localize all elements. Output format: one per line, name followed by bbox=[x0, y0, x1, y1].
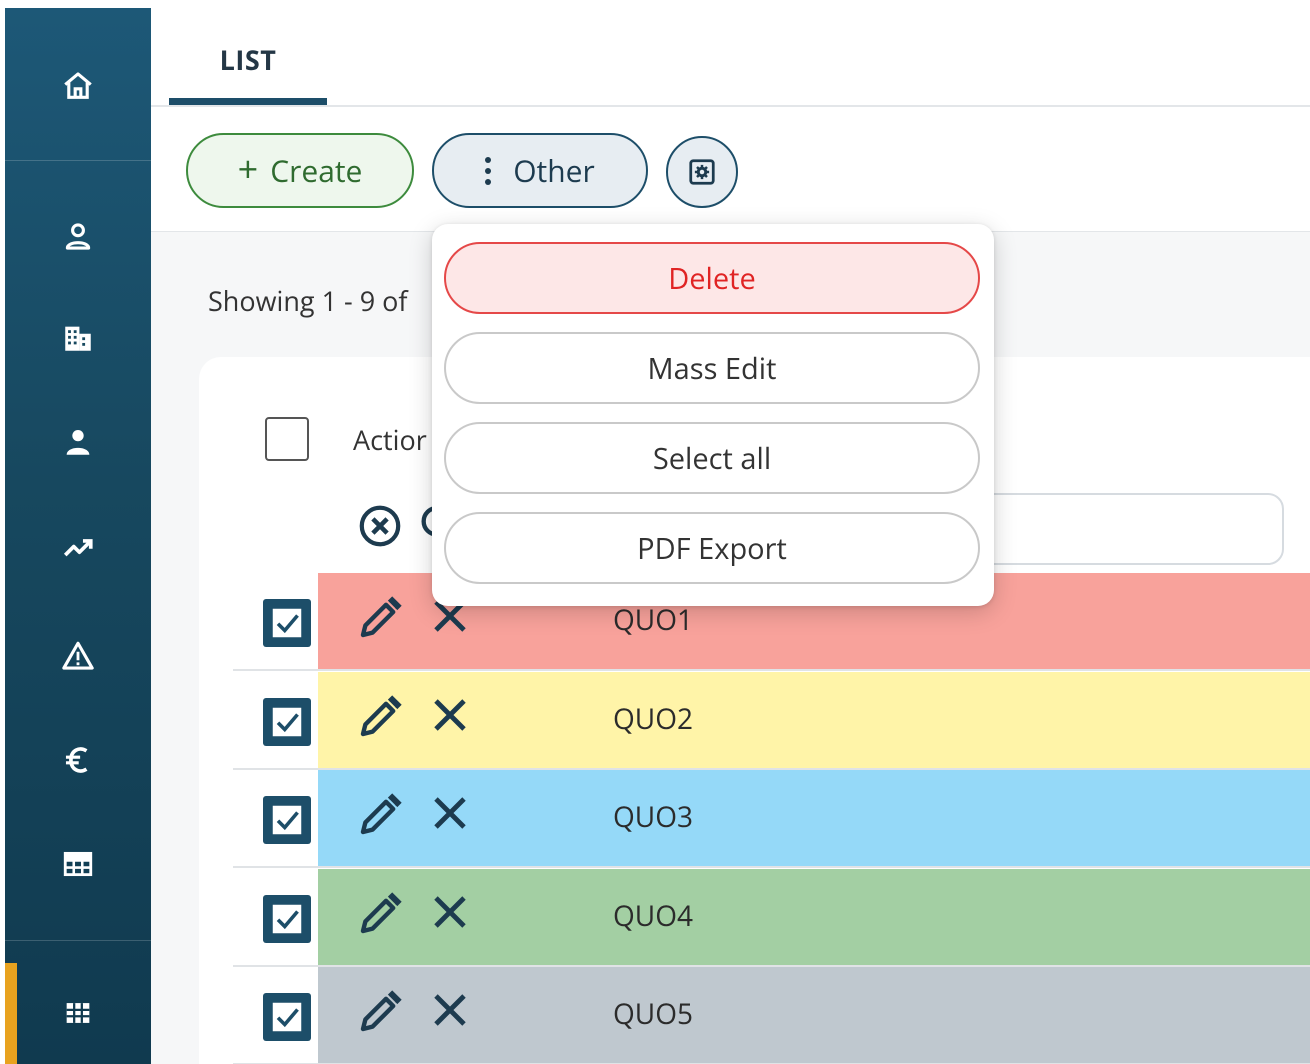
table-row[interactable]: QUO2 bbox=[199, 671, 1310, 770]
home-icon bbox=[64, 72, 92, 99]
sidebar-item-persons[interactable] bbox=[5, 392, 151, 492]
edit-pencil-icon[interactable] bbox=[355, 891, 403, 939]
settings-icon bbox=[689, 159, 715, 185]
row-name: QUO4 bbox=[613, 896, 693, 935]
table-row[interactable]: QUO4 bbox=[199, 868, 1310, 967]
table-row[interactable]: QUO3 bbox=[199, 770, 1310, 868]
select-all-checkbox[interactable] bbox=[265, 417, 309, 461]
euro-icon bbox=[65, 747, 88, 773]
more-vertical-icon bbox=[485, 156, 492, 185]
sidebar-item-contacts[interactable] bbox=[5, 186, 151, 286]
edit-pencil-icon[interactable] bbox=[355, 595, 403, 643]
row-checkbox[interactable] bbox=[263, 796, 311, 844]
delete-x-icon[interactable] bbox=[429, 989, 471, 1031]
pagination-summary: Showing 1 - 9 of bbox=[208, 282, 408, 319]
plus-icon: + bbox=[237, 144, 259, 193]
checkmark-icon bbox=[272, 707, 302, 736]
checkmark-icon bbox=[272, 904, 302, 933]
sidebar-item-companies[interactable] bbox=[5, 288, 151, 388]
grid-icon bbox=[66, 1003, 90, 1023]
row-checkbox[interactable] bbox=[263, 599, 311, 647]
actions-column-header: Actior bbox=[353, 421, 427, 458]
row-name: QUO2 bbox=[613, 699, 693, 738]
row-checkbox[interactable] bbox=[263, 894, 311, 943]
sidebar-item-tables[interactable] bbox=[5, 814, 151, 914]
sidebar-divider bbox=[5, 160, 151, 161]
create-button-label: Create bbox=[270, 150, 363, 191]
sidebar-item-alerts[interactable] bbox=[5, 606, 151, 706]
row-name: QUO3 bbox=[613, 798, 693, 836]
delete-menu-item[interactable]: Delete bbox=[444, 242, 980, 314]
warning-icon bbox=[62, 641, 94, 670]
delete-x-icon[interactable] bbox=[429, 891, 471, 933]
edit-pencil-icon[interactable] bbox=[355, 989, 403, 1037]
sidebar-item-home[interactable] bbox=[5, 36, 151, 136]
row-checkbox[interactable] bbox=[263, 993, 311, 1041]
tab-label: LIST bbox=[219, 40, 277, 78]
row-name: QUO1 bbox=[613, 601, 693, 639]
other-button[interactable]: Other bbox=[432, 133, 648, 208]
active-tab-indicator bbox=[169, 98, 327, 105]
delete-x-icon[interactable] bbox=[429, 694, 471, 736]
top-toolbar: LIST + Create Other bbox=[151, 0, 1310, 232]
sidebar-item-analytics[interactable] bbox=[5, 498, 151, 598]
trending-up-icon bbox=[63, 539, 93, 557]
tab-divider bbox=[151, 105, 1310, 107]
user-outline-icon bbox=[65, 223, 91, 250]
sidebar-item-finance[interactable] bbox=[5, 710, 151, 810]
row-name: QUO5 bbox=[613, 995, 693, 1033]
checkmark-icon bbox=[272, 805, 302, 835]
building-icon bbox=[65, 326, 91, 351]
pdf-export-menu-item[interactable]: PDF Export bbox=[444, 512, 980, 584]
create-button[interactable]: + Create bbox=[186, 133, 414, 208]
settings-button[interactable] bbox=[666, 136, 738, 208]
table-icon bbox=[63, 851, 93, 877]
mass-edit-menu-label: Mass Edit bbox=[647, 348, 777, 388]
checkmark-icon bbox=[272, 1002, 302, 1032]
sidebar-divider bbox=[5, 940, 151, 941]
app-window: LIST + Create Other Showing 1 - 9 of Act… bbox=[0, 0, 1310, 1064]
checkmark-icon bbox=[272, 608, 302, 638]
tab-list[interactable]: LIST bbox=[169, 0, 327, 106]
select-all-menu-label: Select all bbox=[652, 438, 772, 478]
other-dropdown-menu: Delete Mass Edit Select all PDF Export bbox=[432, 224, 994, 606]
mass-edit-menu-item[interactable]: Mass Edit bbox=[444, 332, 980, 404]
filter-input[interactable] bbox=[959, 493, 1284, 565]
edit-pencil-icon[interactable] bbox=[355, 694, 403, 742]
sidebar-item-apps[interactable] bbox=[5, 963, 151, 1063]
edit-pencil-icon[interactable] bbox=[355, 792, 403, 840]
row-checkbox[interactable] bbox=[263, 697, 311, 746]
pdf-export-menu-label: PDF Export bbox=[637, 528, 787, 568]
person-icon bbox=[66, 429, 90, 455]
delete-menu-label: Delete bbox=[668, 258, 756, 298]
sidebar bbox=[5, 8, 151, 1064]
delete-x-icon[interactable] bbox=[429, 792, 471, 834]
select-all-menu-item[interactable]: Select all bbox=[444, 422, 980, 494]
clear-filter-icon[interactable] bbox=[357, 503, 403, 549]
other-button-label: Other bbox=[513, 150, 595, 191]
table-row[interactable]: QUO5 bbox=[199, 967, 1310, 1064]
